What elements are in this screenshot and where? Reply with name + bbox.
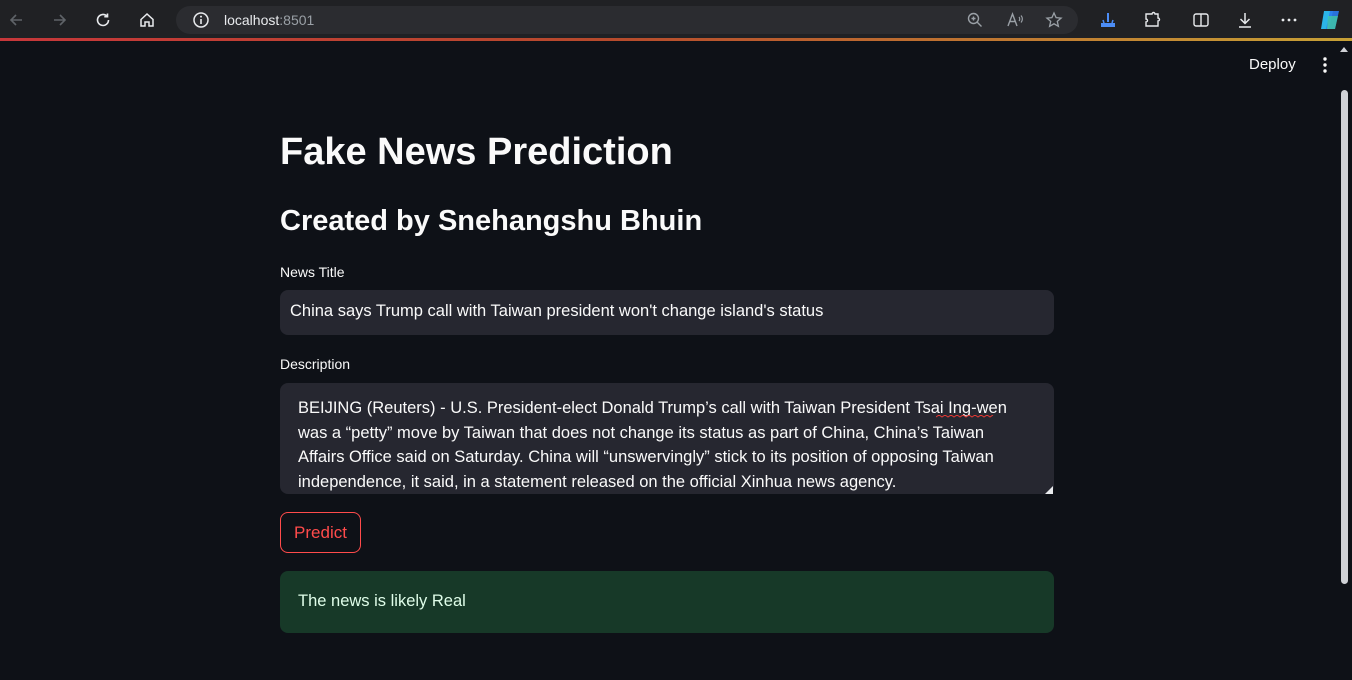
home-icon — [140, 12, 154, 27]
page-subtitle: Created by Snehangshu Bhuin — [280, 205, 703, 237]
read-aloud-icon[interactable] — [1006, 11, 1024, 29]
back-icon — [9, 14, 22, 26]
forward-icon — [54, 14, 67, 26]
deploy-button[interactable]: Deploy — [1249, 56, 1296, 73]
info-icon[interactable] — [192, 11, 210, 29]
reload-button[interactable] — [90, 8, 116, 32]
browser-essentials-icon[interactable] — [1098, 10, 1118, 30]
prediction-result-text: The news is likely Real — [298, 592, 466, 610]
extensions-icon[interactable] — [1142, 10, 1162, 30]
predict-button[interactable]: Predict — [280, 512, 361, 553]
url-port: :8501 — [279, 12, 315, 28]
downloads-icon[interactable] — [1235, 10, 1255, 30]
news-title-input[interactable]: China says Trump call with Taiwan presid… — [280, 290, 1054, 335]
address-bar[interactable]: localhost:8501 — [176, 6, 1078, 34]
description-textarea[interactable]: BEIJING (Reuters) - U.S. President-elect… — [280, 383, 1054, 494]
reload-icon — [96, 13, 110, 27]
kebab-menu-icon[interactable] — [1316, 56, 1334, 74]
favorite-star-icon[interactable] — [1045, 11, 1063, 29]
home-button[interactable] — [134, 8, 160, 32]
description-label: Description — [280, 356, 351, 372]
back-button[interactable] — [3, 8, 29, 32]
news-title-label: News Title — [280, 264, 345, 280]
more-icon[interactable] — [1279, 10, 1299, 30]
textarea-resize-handle[interactable] — [1045, 486, 1053, 494]
url-host: localhost — [224, 12, 280, 28]
page-scrollbar[interactable] — [1341, 90, 1348, 584]
split-screen-icon[interactable] — [1191, 10, 1211, 30]
page-title: Fake News Prediction — [280, 131, 673, 173]
loading-indicator — [0, 38, 1352, 41]
scroll-up-arrow-icon[interactable] — [1338, 44, 1350, 54]
forward-button[interactable] — [47, 8, 73, 32]
url-text[interactable]: localhost:8501 — [224, 12, 314, 28]
spellcheck-underline — [936, 415, 994, 418]
browser-toolbar: localhost:8501 — [0, 0, 1352, 40]
zoom-icon[interactable] — [966, 11, 984, 29]
prediction-result-alert: The news is likely Real — [280, 571, 1054, 633]
copilot-icon[interactable] — [1318, 7, 1344, 33]
